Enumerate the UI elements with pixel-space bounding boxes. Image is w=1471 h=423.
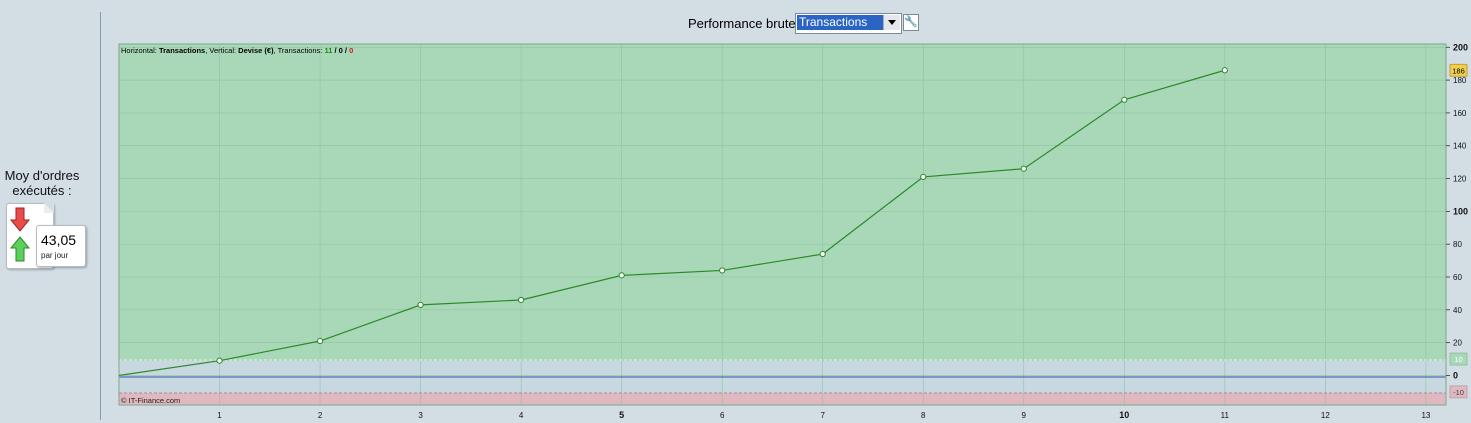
info-vertical-value: Devise (€) (238, 46, 274, 55)
y-tick-label: 120 (1453, 175, 1467, 184)
data-point (316, 337, 324, 345)
info-horizontal-value: Transactions (159, 46, 205, 55)
upper-threshold-badge: 10 (1449, 352, 1468, 366)
chart: 1 2 3 4 5 6 7 8 9 10 11 12 13 0204060801001201401601… (118, 42, 1468, 420)
data-point (819, 250, 826, 258)
y-tick-label: 180 (1453, 76, 1467, 85)
data-point (1221, 67, 1228, 74)
data-point (719, 267, 726, 274)
y-tick-label: 100 (1453, 206, 1468, 216)
x-tick-label: 5 (619, 410, 624, 420)
info-vertical-label: , Vertical: (205, 46, 238, 55)
lower-threshold-label: -10 (1453, 388, 1464, 397)
x-axis-ticks: 1 2 3 4 5 6 7 8 9 10 11 12 13 (217, 410, 1431, 420)
y-tick-label: 160 (1453, 109, 1467, 118)
x-tick-label: 9 (1022, 411, 1027, 420)
data-point (920, 173, 927, 181)
x-tick-label: 12 (1321, 411, 1330, 420)
loss-zone (119, 393, 1446, 405)
info-horizontal-label: Horizontal: (121, 46, 159, 55)
x-tick-label: 10 (1119, 410, 1129, 420)
y-tick-label: 0 (1453, 370, 1458, 380)
watermark: © IT-Finance.com (121, 396, 180, 405)
y-tick-label: 20 (1453, 339, 1462, 348)
last-value-badge: 186 (1449, 63, 1468, 77)
y-tick-label: 60 (1453, 273, 1462, 282)
y-tick-label: 80 (1453, 240, 1462, 249)
lower-threshold-badge: -10 (1449, 385, 1468, 399)
x-tick-label: 8 (921, 411, 926, 420)
x-tick-label: 1 (217, 411, 222, 420)
upper-threshold-label: 10 (1454, 355, 1462, 364)
data-point (1020, 165, 1027, 172)
x-tick-label: 13 (1421, 411, 1430, 420)
data-point (618, 272, 625, 279)
info-transactions-label: , Transactions: (274, 46, 325, 55)
info-count-loss: 0 (349, 46, 353, 55)
data-point (518, 296, 525, 304)
last-value-label: 186 (1452, 66, 1465, 75)
profit-zone (119, 44, 1446, 361)
y-tick-label: 200 (1453, 42, 1468, 52)
x-tick-label: 7 (820, 411, 825, 420)
x-tick-label: 3 (418, 411, 423, 420)
data-point (417, 301, 424, 309)
x-tick-label: 4 (519, 411, 524, 420)
x-tick-label: 2 (318, 411, 323, 420)
data-point (216, 357, 223, 364)
info-count-total: 11 (324, 46, 332, 55)
y-tick-label: 140 (1453, 142, 1467, 151)
y-tick-label: 40 (1453, 306, 1462, 315)
chart-info: Horizontal: Transactions, Vertical: Devi… (121, 46, 353, 55)
data-point (1121, 96, 1128, 103)
x-tick-label: 6 (720, 411, 725, 420)
x-tick-label: 11 (1221, 411, 1230, 420)
y-axis-ticks: 0 20 40 60 80 100 120 140 160 180 200 (1446, 42, 1468, 380)
